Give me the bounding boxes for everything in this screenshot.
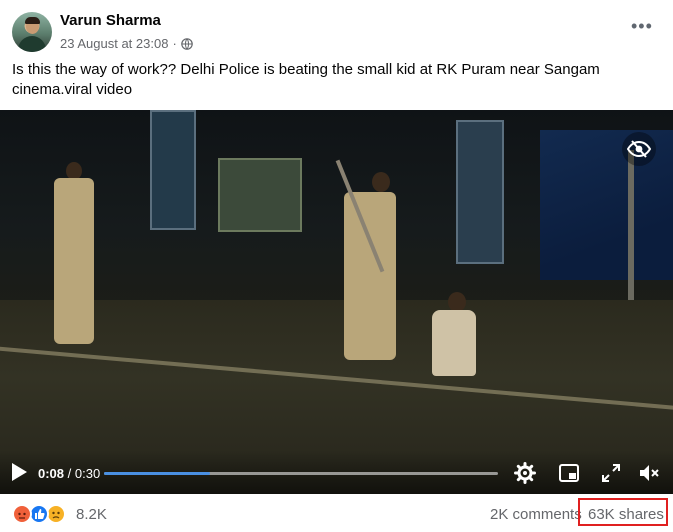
post-caption: Is this the way of work?? Delhi Police i… [12, 61, 600, 98]
video-scene-pillar [150, 110, 196, 230]
video-figure-officer-right [344, 192, 396, 360]
post-timestamp[interactable]: 23 August at 23:08 [60, 36, 168, 51]
video-figure-kid [432, 310, 476, 376]
play-icon[interactable] [10, 462, 28, 482]
video-figure-officer-right-head [372, 172, 390, 192]
video-player[interactable]: 0:08 / 0:30 [0, 110, 673, 494]
post-footer: 8.2K 2K comments 63K shares [0, 494, 673, 532]
comments-count[interactable]: 2K comments [490, 506, 582, 523]
seek-progress [104, 472, 211, 475]
video-figure-kid-head [448, 292, 466, 312]
shares-count[interactable]: 63K shares [588, 506, 664, 523]
like-reaction-icon [29, 504, 49, 524]
author-name[interactable]: Varun Sharma [60, 12, 161, 29]
seek-bar[interactable] [104, 472, 498, 475]
video-figure-officer-left [54, 178, 94, 344]
globe-icon[interactable] [180, 37, 193, 50]
fullscreen-icon[interactable] [600, 462, 622, 484]
mute-icon[interactable] [638, 462, 660, 484]
video-controls: 0:08 / 0:30 [0, 450, 673, 494]
reaction-icons[interactable] [12, 504, 70, 524]
picture-in-picture-icon[interactable] [558, 462, 580, 484]
avatar-shoulders [18, 36, 46, 52]
settings-gear-icon[interactable] [514, 462, 536, 484]
video-scene-pole [628, 150, 634, 300]
video-time: 0:08 / 0:30 [38, 466, 100, 481]
video-scene-stall [218, 158, 302, 232]
sad-reaction-icon [46, 504, 66, 524]
hide-eye-icon[interactable] [622, 132, 656, 166]
current-time: 0:08 [38, 466, 65, 481]
more-options-icon[interactable]: ••• [631, 17, 653, 40]
total-time: / 0:30 [67, 466, 101, 481]
reaction-count[interactable]: 8.2K [76, 506, 107, 523]
video-scene-kiosk [456, 120, 504, 264]
post-meta: 23 August at 23:08 · [60, 36, 193, 51]
post-header: Varun Sharma 23 August at 23:08 · ••• [0, 0, 673, 58]
meta-separator: · [172, 36, 177, 51]
author-avatar[interactable] [12, 12, 52, 52]
angry-reaction-icon [12, 504, 32, 524]
avatar-hair [25, 17, 40, 24]
